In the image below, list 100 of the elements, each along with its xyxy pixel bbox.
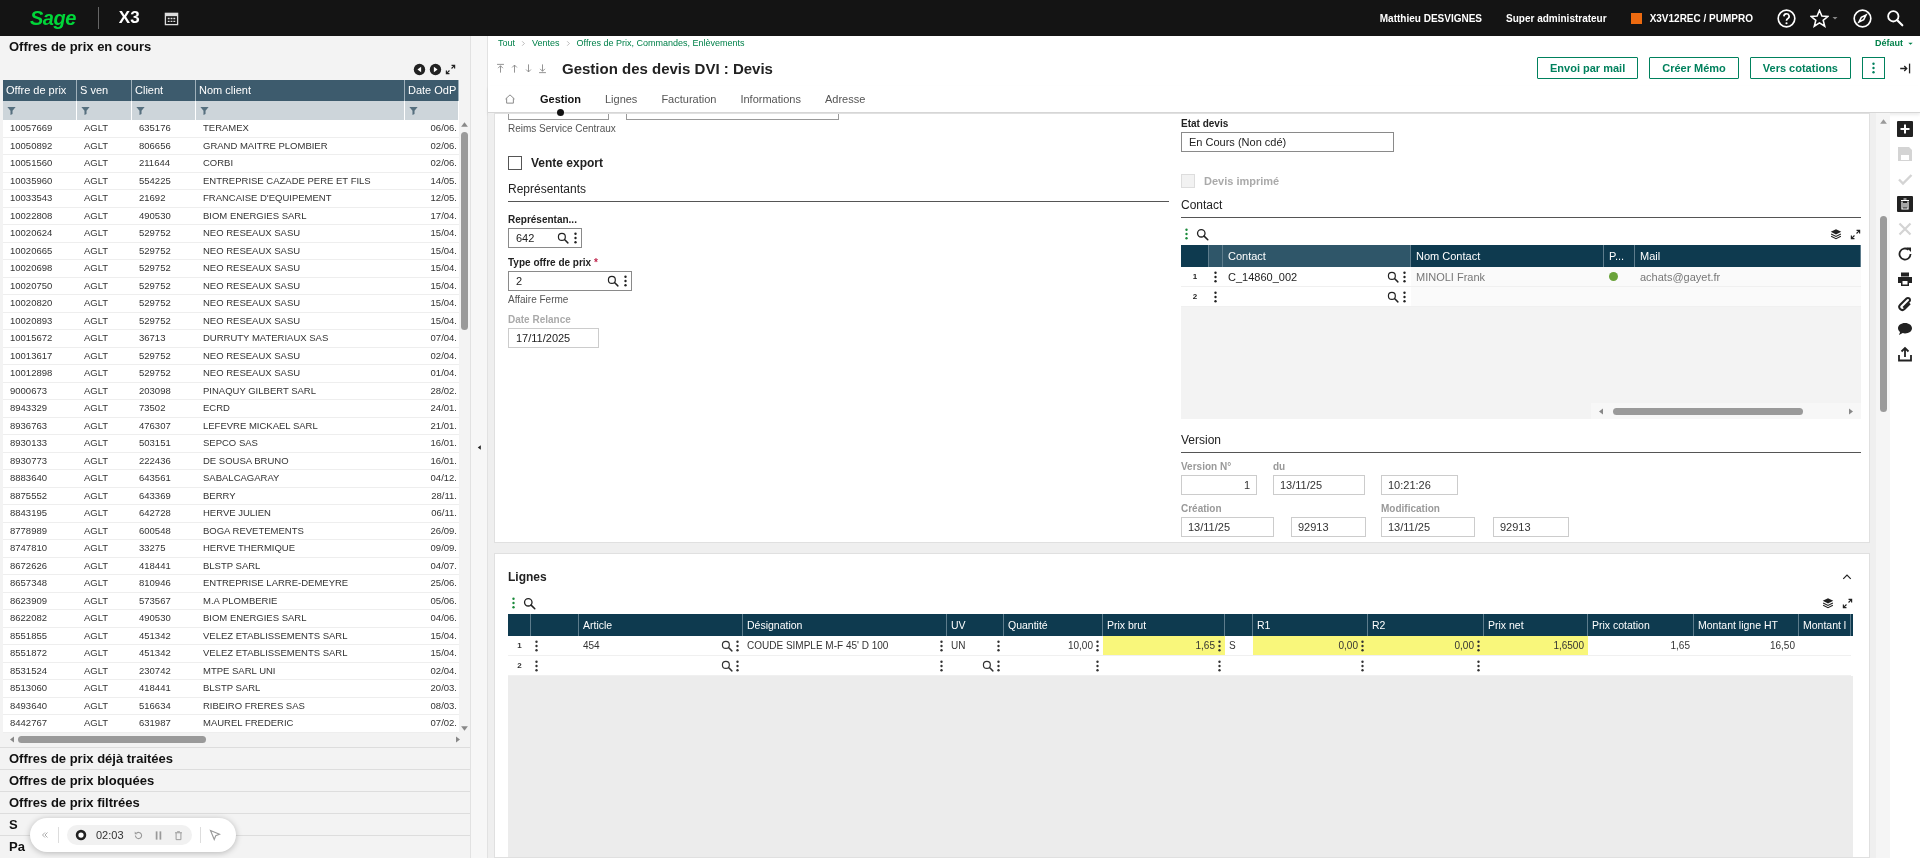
grid-cell[interactable]: COUDE SIMPLE M-F 45' D 100 bbox=[743, 636, 947, 656]
section-title[interactable]: Offres de prix déjà traitées bbox=[0, 746, 470, 769]
search-icon[interactable] bbox=[721, 639, 733, 652]
exit-icon[interactable] bbox=[1899, 61, 1912, 75]
scroll-up-icon[interactable] bbox=[460, 120, 469, 129]
grid-cell[interactable]: 0,00 bbox=[1253, 636, 1368, 656]
calendar-icon[interactable] bbox=[163, 10, 179, 26]
more-icon[interactable] bbox=[574, 232, 577, 244]
more-icon[interactable] bbox=[1096, 659, 1099, 672]
grid-cell[interactable]: 0,00 bbox=[1368, 636, 1484, 656]
user-name[interactable]: Matthieu DESVIGNES bbox=[1379, 12, 1483, 24]
section-title[interactable]: Offres de prix en cours bbox=[0, 36, 470, 58]
date-field[interactable]: 13/11/25 bbox=[1181, 517, 1274, 537]
more-icon[interactable] bbox=[1361, 639, 1364, 652]
input-field[interactable]: 92913 bbox=[1493, 517, 1569, 537]
input-field[interactable] bbox=[626, 114, 839, 120]
next-icon[interactable] bbox=[429, 62, 442, 76]
layers-icon[interactable] bbox=[1822, 597, 1834, 609]
grid-cell[interactable]: UN bbox=[947, 636, 1004, 656]
grid-cell[interactable]: 454 bbox=[579, 636, 743, 656]
scrollbar-thumb[interactable] bbox=[1879, 216, 1887, 412]
column-header[interactable]: Prix cotation bbox=[1588, 614, 1694, 636]
up-icon[interactable] bbox=[509, 62, 520, 74]
scroll-left-icon[interactable] bbox=[1597, 406, 1605, 416]
more-icon[interactable] bbox=[1218, 659, 1221, 672]
caret-icon[interactable] bbox=[1831, 14, 1839, 22]
time-field[interactable]: 10:21:26 bbox=[1381, 475, 1458, 495]
expand-icon[interactable] bbox=[1850, 228, 1861, 240]
section-title[interactable]: Offres de prix filtrées bbox=[0, 790, 470, 813]
view-selector[interactable]: Défaut bbox=[1875, 38, 1914, 48]
grid-cell[interactable]: 1,6500 bbox=[1484, 636, 1588, 656]
grid-cell[interactable]: 1,65 bbox=[1588, 636, 1694, 656]
filter-icon[interactable] bbox=[80, 105, 91, 116]
filter-icon[interactable] bbox=[6, 105, 17, 116]
input-field[interactable]: 92913 bbox=[1291, 517, 1366, 537]
tab[interactable]: Informations bbox=[728, 86, 813, 112]
input-field[interactable]: En Cours (Non cdé) bbox=[1181, 132, 1394, 152]
breadcrumb-link[interactable]: Tout bbox=[498, 38, 515, 48]
action-button[interactable]: Vers cotations bbox=[1749, 57, 1851, 79]
date-field[interactable]: 17/11/2025 bbox=[508, 328, 599, 348]
tab[interactable]: Adresse bbox=[812, 86, 878, 112]
date-field[interactable]: 13/11/25 bbox=[1273, 475, 1365, 495]
last-icon[interactable] bbox=[537, 62, 548, 74]
grid-cell[interactable]: 16,50 bbox=[1694, 636, 1799, 656]
action-button[interactable]: Créer Mémo bbox=[1649, 57, 1739, 79]
refresh-button[interactable] bbox=[1897, 246, 1913, 262]
first-icon[interactable] bbox=[495, 62, 506, 74]
previous-icon[interactable] bbox=[413, 62, 426, 76]
add-button[interactable] bbox=[1897, 121, 1913, 137]
printer-button[interactable] bbox=[1897, 271, 1913, 287]
more-icon[interactable] bbox=[1403, 270, 1406, 283]
scroll-right-icon[interactable] bbox=[454, 735, 462, 744]
trash-button[interactable] bbox=[1897, 196, 1913, 212]
user-role[interactable]: Super administrateur bbox=[1506, 12, 1607, 24]
action-button[interactable]: Envoi par mail bbox=[1537, 57, 1639, 79]
more-icon[interactable] bbox=[940, 639, 943, 652]
column-header[interactable]: Article bbox=[579, 614, 743, 636]
more-icon[interactable] bbox=[535, 659, 538, 672]
more-icon[interactable] bbox=[736, 639, 739, 652]
comment-button[interactable] bbox=[1897, 321, 1913, 337]
search-icon[interactable] bbox=[1196, 227, 1209, 241]
share-button[interactable] bbox=[1897, 346, 1913, 362]
home-icon[interactable] bbox=[504, 93, 516, 105]
tab[interactable]: Lignes bbox=[592, 86, 650, 112]
layers-icon[interactable] bbox=[1830, 228, 1842, 240]
expand-icon[interactable] bbox=[1842, 597, 1853, 609]
more-icon[interactable] bbox=[1477, 639, 1480, 652]
scrollbar[interactable] bbox=[1591, 403, 1861, 419]
scrollbar-thumb[interactable] bbox=[461, 132, 468, 330]
down-icon[interactable] bbox=[523, 62, 534, 74]
breadcrumb-link[interactable]: Offres de Prix, Commandes, Enlèvements bbox=[576, 38, 745, 48]
pointer-icon[interactable] bbox=[208, 829, 221, 841]
column-header[interactable]: UV bbox=[947, 614, 1004, 636]
scroll-up-icon[interactable] bbox=[1878, 117, 1888, 126]
more-icon[interactable] bbox=[1214, 270, 1217, 283]
column-header[interactable]: Contact bbox=[1223, 245, 1411, 267]
more-icon[interactable] bbox=[940, 659, 943, 672]
more-icon[interactable] bbox=[535, 639, 538, 652]
expand-icon[interactable] bbox=[445, 63, 456, 75]
input-field[interactable]: 1 bbox=[1181, 475, 1257, 495]
search-icon[interactable] bbox=[1387, 270, 1399, 283]
grid-cell[interactable]: 1,65 bbox=[1103, 636, 1225, 656]
more-icon[interactable] bbox=[1477, 659, 1480, 672]
more-icon[interactable] bbox=[1214, 290, 1217, 303]
breadcrumb-link[interactable]: Ventes bbox=[532, 38, 560, 48]
tab[interactable]: Facturation bbox=[649, 86, 729, 112]
help-icon[interactable] bbox=[1777, 8, 1796, 28]
column-header[interactable]: Montant ligne HT bbox=[1694, 614, 1799, 636]
more-icon[interactable] bbox=[997, 659, 1000, 672]
lookup-field[interactable]: 642 bbox=[508, 228, 582, 248]
more-icon[interactable] bbox=[1403, 290, 1406, 303]
scroll-right-icon[interactable] bbox=[1847, 406, 1855, 416]
search-icon[interactable] bbox=[523, 596, 536, 610]
restart-icon[interactable] bbox=[132, 829, 144, 841]
more-button[interactable] bbox=[1862, 57, 1885, 79]
section-title[interactable]: Offres de prix bloquées bbox=[0, 768, 470, 791]
filter-icon[interactable] bbox=[408, 105, 419, 116]
paperclip-button[interactable] bbox=[1897, 296, 1913, 312]
search-icon[interactable] bbox=[607, 275, 619, 287]
filter-icon[interactable] bbox=[135, 105, 146, 116]
